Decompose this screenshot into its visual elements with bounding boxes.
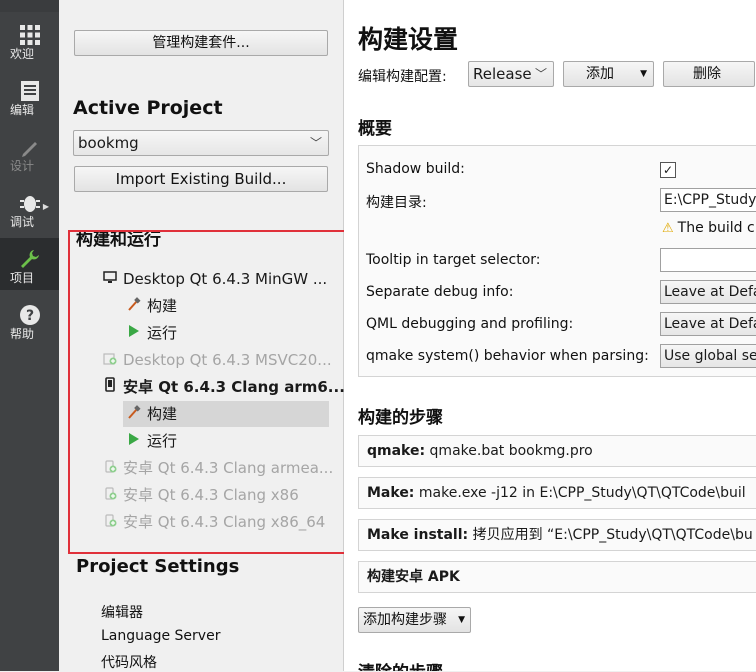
dropdown-arrow-icon: ▼: [458, 615, 465, 625]
build-config-selector[interactable]: Release ﹀: [468, 61, 554, 87]
mode-label: 调试: [10, 215, 35, 229]
qml-debug-label: QML debugging and profiling:: [366, 316, 574, 332]
warning-icon: ⚠: [662, 221, 674, 236]
shadow-build-checkbox[interactable]: ✓: [660, 162, 676, 178]
step-detail: 拷贝应用到 “E:\CPP_Study\QT\QTCode\bu: [472, 527, 753, 543]
mode-debug[interactable]: ▶ 调试: [0, 182, 59, 234]
manage-kits-button[interactable]: 管理构建套件...: [74, 30, 328, 56]
tooltip-input[interactable]: [660, 248, 756, 272]
mode-projects[interactable]: 项目: [0, 238, 59, 290]
build-step-make-install[interactable]: Make install: 拷贝应用到 “E:\CPP_Study\QT\QTC…: [358, 519, 756, 551]
checkmark-icon: ✓: [662, 163, 674, 177]
tooltip-label: Tooltip in target selector:: [366, 252, 541, 268]
delete-config-button[interactable]: 删除: [663, 61, 755, 87]
mode-welcome[interactable]: 欢迎: [0, 14, 59, 66]
edit-config-label: 编辑构建配置:: [358, 69, 447, 85]
highlight-annotation-box: [68, 230, 352, 554]
qml-debug-selector[interactable]: Leave at Defa: [660, 312, 756, 336]
add-build-step-button[interactable]: 添加构建步骤 ▼: [358, 607, 471, 633]
chevron-down-icon: ﹀: [534, 67, 547, 81]
step-detail: qmake.bat bookmg.pro: [429, 443, 593, 459]
settings-item-code-style[interactable]: 代码风格: [101, 652, 157, 672]
document-icon: [19, 80, 41, 102]
build-dir-warning: ⚠ The build c: [662, 220, 755, 236]
project-selector[interactable]: bookmg ﹀: [73, 130, 329, 156]
mode-help[interactable]: ? 帮助: [0, 294, 59, 346]
settings-item-editor[interactable]: 编辑器: [101, 602, 143, 622]
build-steps-title: 构建的步骤: [358, 408, 443, 428]
help-icon: ?: [19, 304, 41, 326]
mode-bar: 欢迎 编辑 设计 ▶ 调试 项目 ? 帮助: [0, 0, 59, 671]
expand-arrow-icon: ▶: [42, 202, 49, 211]
settings-item-language-server[interactable]: Language Server: [101, 628, 220, 644]
project-selector-value: bookmg: [78, 134, 139, 152]
separate-debug-selector[interactable]: Leave at Defa: [660, 280, 756, 304]
mode-label: 项目: [10, 271, 35, 285]
import-existing-build-button[interactable]: Import Existing Build...: [74, 166, 328, 192]
step-name: qmake:: [367, 443, 426, 459]
chevron-down-icon: ﹀: [309, 136, 322, 150]
bug-icon: [19, 192, 41, 214]
mode-label: 帮助: [10, 327, 35, 341]
step-name: 构建安卓 APK: [367, 569, 460, 585]
add-config-button[interactable]: 添加 ▼: [563, 61, 654, 87]
mode-label: 设计: [10, 159, 35, 173]
build-dir-label: 构建目录:: [366, 195, 427, 211]
separate-debug-label: Separate debug info:: [366, 284, 514, 300]
wrench-icon: [19, 248, 41, 270]
dropdown-arrow-icon: ▼: [640, 69, 647, 79]
build-step-make[interactable]: Make: make.exe -j12 in E:\CPP_Study\QT\Q…: [358, 477, 756, 509]
build-dir-input[interactable]: E:\CPP_Study: [660, 188, 756, 212]
overview-section-title: 概要: [358, 119, 392, 139]
pen-icon: [19, 136, 41, 158]
qmake-system-label: qmake system() behavior when parsing:: [366, 348, 649, 364]
build-config-value: Release: [473, 65, 532, 83]
mode-bar-top: [0, 0, 59, 12]
add-build-step-label: 添加构建步骤: [363, 612, 447, 628]
shadow-build-label: Shadow build:: [366, 161, 465, 177]
mode-design[interactable]: 设计: [0, 126, 59, 178]
step-name: Make install:: [367, 527, 469, 543]
build-step-qmake[interactable]: qmake: qmake.bat bookmg.pro: [358, 435, 756, 467]
project-settings-heading: Project Settings: [76, 556, 240, 577]
page-title: 构建设置: [358, 25, 459, 54]
mode-label: 欢迎: [10, 47, 35, 61]
grid-icon: [19, 24, 41, 46]
step-detail: make.exe -j12 in E:\CPP_Study\QT\QTCode\…: [418, 485, 746, 501]
qmake-system-selector[interactable]: Use global se: [660, 344, 756, 368]
build-settings-page: 构建设置 编辑构建配置: Release ﹀ 添加 ▼ 删除 概要 Shadow…: [344, 0, 756, 671]
build-step-android-apk[interactable]: 构建安卓 APK: [358, 561, 756, 593]
active-project-heading: Active Project: [73, 97, 223, 119]
step-name: Make:: [367, 485, 415, 501]
mode-label: 编辑: [10, 103, 35, 117]
warning-text: The build c: [677, 220, 755, 236]
clean-steps-title: 清除的步骤: [358, 658, 443, 671]
svg-text:?: ?: [25, 308, 33, 324]
mode-edit[interactable]: 编辑: [0, 70, 59, 122]
add-config-label: 添加: [586, 66, 614, 82]
